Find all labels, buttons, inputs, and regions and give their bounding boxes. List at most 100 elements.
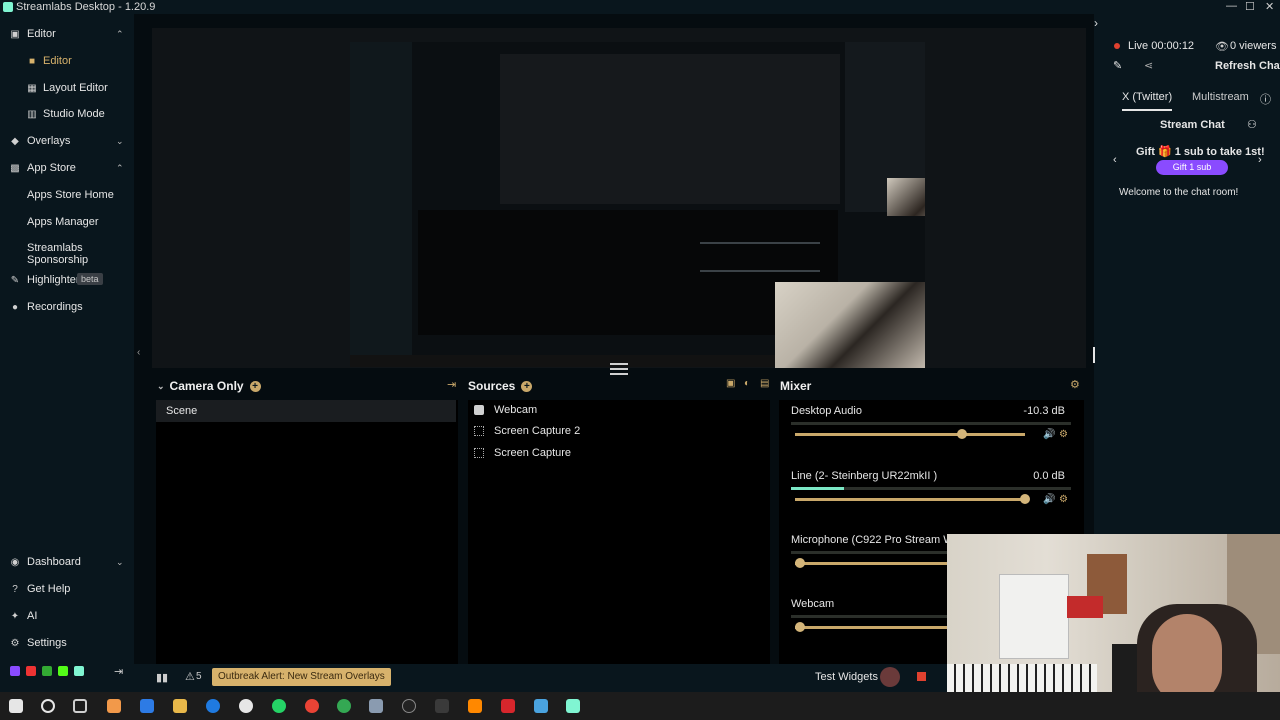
vlc-icon[interactable] <box>468 699 482 713</box>
trovo-icon[interactable] <box>42 666 52 676</box>
chat-panel: › Live 00:00:12 👁 0 viewers ✎ ⋖ Refresh … <box>1094 14 1280 534</box>
volume-slider-knob[interactable] <box>957 429 967 439</box>
chevron-up-icon[interactable]: ⌃ <box>116 163 124 174</box>
acrobat-icon[interactable] <box>501 699 515 713</box>
youtube-icon[interactable] <box>26 666 36 676</box>
obs-icon[interactable] <box>402 699 416 713</box>
sidebar-item-ai[interactable]: ✦ AI <box>0 605 134 627</box>
help-icon: ? <box>12 583 18 595</box>
sidebar-item-editor[interactable]: ▣ Editor ⌃ <box>0 23 134 45</box>
edit-icon[interactable]: ✎ <box>1113 59 1122 72</box>
sidebar-item-apps-store-home[interactable]: Apps Store Home <box>0 184 134 206</box>
minimize-icon[interactable]: — <box>1226 0 1237 12</box>
streamlabs-taskbar-icon[interactable] <box>566 699 580 713</box>
sidebar-item-layout-editor[interactable]: ▦ Layout Editor <box>0 77 134 99</box>
webcam-record-player <box>1067 596 1103 618</box>
panel-resize-handle[interactable] <box>610 363 628 375</box>
source-add-folder-icon[interactable]: ▤ <box>760 378 769 389</box>
stream-chat-title: Stream Chat <box>1160 119 1225 131</box>
tab-multistream[interactable]: Multistream <box>1192 91 1249 103</box>
sidebar-item-editor-sub[interactable]: ■ Editor <box>0 50 134 72</box>
add-source-button[interactable]: + <box>521 380 533 392</box>
mixer-channel-db: -10.3 dB <box>1023 405 1065 417</box>
sidebar-item-app-store[interactable]: ▩ App Store ⌃ <box>0 157 134 179</box>
chatgpt-icon[interactable] <box>239 699 253 713</box>
channel-settings-icon[interactable]: ⚙ <box>1059 429 1068 440</box>
chevron-down-icon[interactable]: ⌄ <box>157 381 165 392</box>
alert-icon[interactable]: ⚠ <box>185 670 195 683</box>
kick-icon[interactable] <box>58 666 68 676</box>
live-app-icon[interactable] <box>435 699 449 713</box>
share-icon[interactable]: ⋖ <box>1144 59 1153 72</box>
collapse-chat-icon[interactable]: › <box>1094 16 1098 30</box>
mute-icon[interactable]: 🔊 <box>1043 494 1055 505</box>
add-scene-button[interactable]: + <box>249 380 261 392</box>
scene-item[interactable]: Scene <box>156 400 456 422</box>
sidebar-item-recordings[interactable]: ● Recordings <box>0 296 134 318</box>
chevron-left-icon[interactable]: ‹ <box>1113 154 1117 166</box>
app-icon[interactable] <box>369 699 383 713</box>
sidebar-item-get-help[interactable]: ? Get Help <box>0 578 134 600</box>
title-bar: Streamlabs Desktop - 1.20.9 — ☐ ✕ <box>0 0 1280 14</box>
source-item-screen-capture-2[interactable]: Screen Capture 2 <box>474 422 580 440</box>
logout-icon[interactable]: ⇥ <box>114 665 123 678</box>
info-icon[interactable]: ⓘ <box>1260 91 1271 107</box>
chrome-profile-icon[interactable] <box>337 699 351 713</box>
search-icon[interactable] <box>41 699 55 713</box>
edge-icon[interactable] <box>206 699 220 713</box>
app-icon[interactable] <box>534 699 548 713</box>
app-icon[interactable] <box>107 699 121 713</box>
preview-edge-handle[interactable] <box>1093 347 1095 363</box>
volume-slider-knob[interactable] <box>795 558 805 568</box>
sidebar-item-studio-mode[interactable]: ▥ Studio Mode <box>0 103 134 125</box>
task-view-icon[interactable] <box>73 699 87 713</box>
windows-start-icon[interactable] <box>9 699 23 713</box>
close-icon[interactable]: ✕ <box>1265 0 1274 13</box>
twitch-icon[interactable] <box>10 666 20 676</box>
refresh-chat-button[interactable]: Refresh Chat <box>1215 60 1280 72</box>
file-explorer-icon[interactable] <box>173 699 187 713</box>
sidebar-item-dashboard[interactable]: ◉ Dashboard ⌄ <box>0 551 134 573</box>
chevron-left-icon[interactable]: ‹ <box>137 347 140 358</box>
outbreak-alert-banner[interactable]: Outbreak Alert: New Stream Overlays <box>212 668 391 686</box>
volume-slider-knob[interactable] <box>795 622 805 632</box>
editor-square-icon: ■ <box>28 55 36 67</box>
scene-collection-title[interactable]: Camera Only <box>170 379 244 393</box>
streamlabs-icon[interactable] <box>74 666 84 676</box>
performance-icon[interactable]: ▮▮ <box>156 671 168 684</box>
stop-record-icon[interactable] <box>917 672 926 681</box>
stream-preview[interactable] <box>152 28 1086 368</box>
user-settings-icon[interactable]: ⚇ <box>1247 118 1257 131</box>
source-hide-icon[interactable]: ◐ <box>744 378 750 389</box>
chevron-down-icon[interactable]: ⌄ <box>116 557 124 568</box>
sidebar-item-settings[interactable]: ⚙ Settings <box>0 632 134 654</box>
chrome-icon[interactable] <box>305 699 319 713</box>
chevron-up-icon[interactable]: ⌃ <box>116 29 124 40</box>
calendar-icon[interactable] <box>140 699 154 713</box>
chevron-right-icon[interactable]: › <box>1258 154 1262 166</box>
preview-webcam-overlay[interactable] <box>775 282 925 368</box>
sidebar-item-apps-manager[interactable]: Apps Manager <box>0 211 134 233</box>
volume-slider[interactable] <box>795 429 1025 439</box>
tab-x-twitter[interactable]: X (Twitter) <box>1122 91 1173 111</box>
volume-slider[interactable] <box>795 494 1030 504</box>
sidebar-item-overlays[interactable]: ◆ Overlays ⌄ <box>0 130 134 152</box>
mixer-channel-name: Webcam <box>791 598 835 610</box>
mixer-level-fill <box>791 487 845 490</box>
chevron-down-icon[interactable]: ⌄ <box>116 136 124 147</box>
scene-transitions-icon[interactable]: ⇥ <box>447 378 456 391</box>
sidebar-item-sponsorship[interactable]: Streamlabs Sponsorship <box>0 239 134 269</box>
mixer-settings-icon[interactable]: ⚙ <box>1070 378 1080 391</box>
gift-sub-button[interactable]: Gift 1 sub <box>1156 160 1228 175</box>
source-folder-icon[interactable]: ▣ <box>726 378 735 389</box>
source-item-webcam[interactable]: Webcam <box>474 401 537 419</box>
mute-icon[interactable]: 🔊 <box>1043 429 1055 440</box>
test-widgets-button[interactable]: Test Widgets <box>815 671 878 683</box>
record-button[interactable] <box>880 667 900 687</box>
channel-settings-icon[interactable]: ⚙ <box>1059 494 1068 505</box>
volume-slider-knob[interactable] <box>1020 494 1030 504</box>
whatsapp-icon[interactable] <box>272 699 286 713</box>
maximize-icon[interactable]: ☐ <box>1245 0 1255 13</box>
sidebar-item-highlighter[interactable]: ✎ Highlighter beta <box>0 269 134 291</box>
source-item-screen-capture[interactable]: Screen Capture <box>474 444 571 462</box>
